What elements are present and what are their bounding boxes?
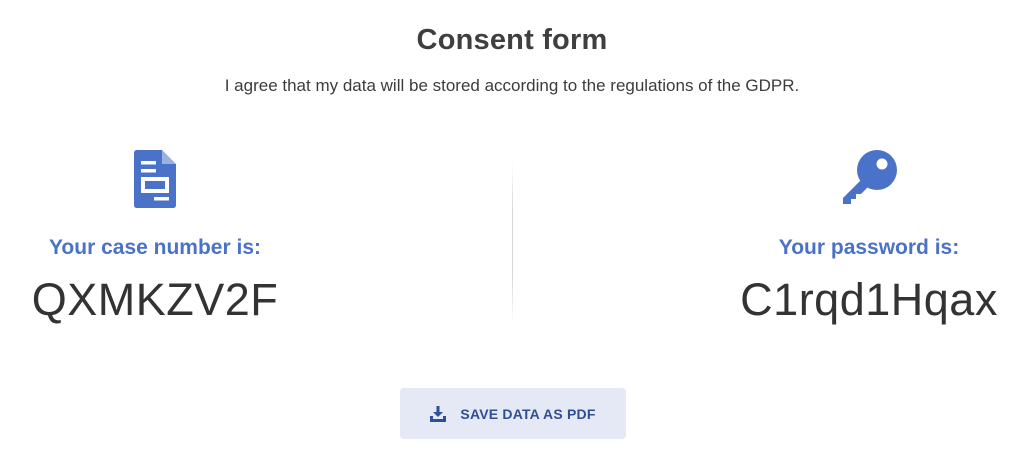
consent-page: Consent form I agree that my data will b… bbox=[0, 0, 1024, 466]
save-data-as-pdf-button[interactable]: SAVE DATA AS PDF bbox=[400, 388, 626, 439]
case-number-panel: Your case number is: QXMKZV2F bbox=[15, 150, 295, 326]
case-number-label: Your case number is: bbox=[48, 236, 261, 259]
password-panel: Your password is: C1rqd1Hqax bbox=[729, 150, 1009, 326]
password-value: C1rqd1Hqax bbox=[740, 274, 998, 325]
case-number-value: QXMKZV2F bbox=[31, 274, 279, 325]
password-label: Your password is: bbox=[778, 236, 960, 259]
save-button-label: SAVE DATA AS PDF bbox=[460, 405, 596, 422]
consent-statement: I agree that my data will be stored acco… bbox=[224, 76, 800, 95]
key-icon bbox=[729, 150, 1009, 212]
page-title: Consent form bbox=[416, 24, 608, 56]
document-icon bbox=[15, 150, 295, 212]
column-divider bbox=[512, 162, 513, 324]
download-icon bbox=[430, 405, 447, 422]
